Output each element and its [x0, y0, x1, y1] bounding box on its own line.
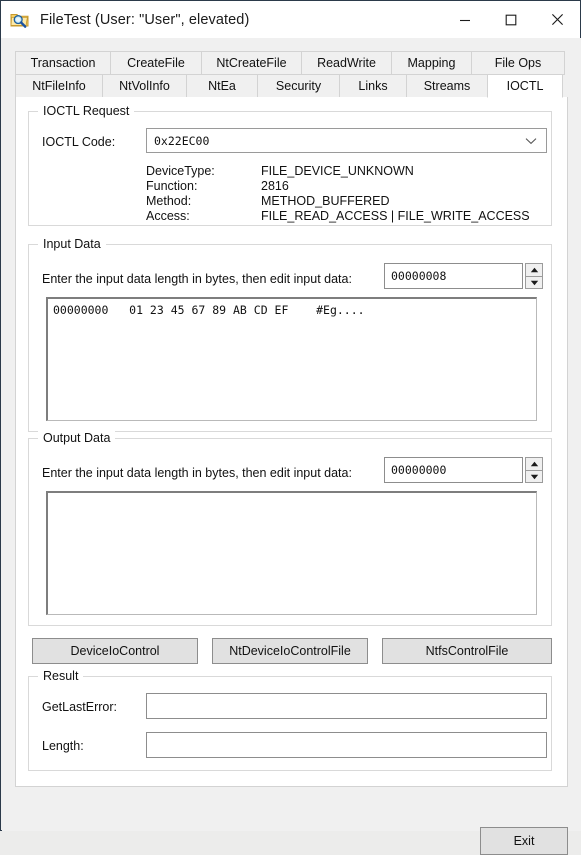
- nt-device-io-control-file-button[interactable]: NtDeviceIoControlFile: [212, 638, 368, 664]
- ioctl-request-group: IOCTL Request IOCTL Code: 0x22EC00 Devic…: [28, 104, 552, 226]
- detail-value: FILE_READ_ACCESS | FILE_WRITE_ACCESS: [261, 209, 530, 223]
- input-data-legend: Input Data: [38, 237, 106, 251]
- tab-label: Mapping: [407, 56, 456, 70]
- input-length-label: Enter the input data length in bytes, th…: [42, 272, 352, 286]
- get-last-error-field[interactable]: [146, 693, 547, 719]
- tab-transaction[interactable]: Transaction: [15, 51, 111, 75]
- detail-row: Access: FILE_READ_ACCESS | FILE_WRITE_AC…: [146, 209, 546, 224]
- exit-button-label: Exit: [513, 834, 535, 848]
- detail-row: Function: 2816: [146, 179, 546, 194]
- spin-down-button[interactable]: [525, 276, 543, 289]
- button-label: DeviceIoControl: [70, 644, 160, 658]
- tab-label: CreateFile: [127, 56, 185, 70]
- ioctl-code-combo[interactable]: 0x22EC00: [146, 128, 547, 153]
- detail-value: 2816: [261, 179, 289, 193]
- result-legend: Result: [38, 669, 84, 683]
- tab-ntfileinfo[interactable]: NtFileInfo: [15, 74, 103, 98]
- detail-key: Access:: [146, 209, 190, 223]
- minimize-button[interactable]: [442, 1, 488, 38]
- button-label: NtfsControlFile: [425, 644, 509, 658]
- tab-label: NtFileInfo: [32, 79, 86, 93]
- spin-down-button[interactable]: [525, 470, 543, 483]
- spin-up-button[interactable]: [525, 263, 543, 276]
- ioctl-detail-list: DeviceType: FILE_DEVICE_UNKNOWN Function…: [146, 164, 546, 225]
- spin-up-button[interactable]: [525, 457, 543, 470]
- ioctl-code-label: IOCTL Code:: [42, 135, 116, 149]
- tab-label: Streams: [423, 79, 471, 93]
- detail-row: Method: METHOD_BUFFERED: [146, 194, 546, 209]
- detail-key: Function:: [146, 179, 198, 193]
- length-label: Length:: [42, 739, 84, 753]
- tab-label: IOCTL: [506, 79, 544, 93]
- output-data-legend: Output Data: [38, 431, 116, 445]
- tab-label: Links: [358, 79, 388, 93]
- tab-createfile[interactable]: CreateFile: [110, 51, 202, 75]
- tab-ntcreatefile[interactable]: NtCreateFile: [201, 51, 302, 75]
- tab-ntvolinfo[interactable]: NtVolInfo: [102, 74, 187, 98]
- input-length-value: 00000008: [391, 269, 447, 283]
- tab-streams[interactable]: Streams: [406, 74, 488, 98]
- tab-ioctl[interactable]: IOCTL: [487, 74, 563, 98]
- detail-key: Method:: [146, 194, 192, 208]
- title-bar: FileTest (User: "User", elevated): [1, 1, 580, 38]
- tab-label: File Ops: [494, 56, 542, 70]
- tab-row-1: Transaction CreateFile NtCreateFile Read…: [15, 51, 565, 75]
- filetest-window: FileTest (User: "User", elevated) Transa…: [0, 0, 581, 855]
- input-length-spinner[interactable]: [525, 263, 543, 289]
- output-length-spinner[interactable]: [525, 457, 543, 483]
- input-data-hex-editor[interactable]: 00000000 01 23 45 67 89 AB CD EF #Eg....: [46, 297, 537, 421]
- tab-control: Transaction CreateFile NtCreateFile Read…: [15, 51, 568, 787]
- get-last-error-label: GetLastError:: [42, 700, 118, 714]
- folder-search-icon: [10, 10, 30, 30]
- button-label: NtDeviceIoControlFile: [229, 644, 351, 658]
- output-length-field[interactable]: 00000000: [384, 457, 523, 483]
- output-length-label: Enter the input data length in bytes, th…: [42, 466, 352, 480]
- ntfs-control-file-button[interactable]: NtfsControlFile: [382, 638, 552, 664]
- tab-mapping[interactable]: Mapping: [391, 51, 472, 75]
- tab-label: NtCreateFile: [216, 56, 287, 70]
- tab-security[interactable]: Security: [257, 74, 340, 98]
- detail-value: FILE_DEVICE_UNKNOWN: [261, 164, 414, 178]
- tab-ntea[interactable]: NtEa: [186, 74, 258, 98]
- hex-line: 00000000 01 23 45 67 89 AB CD EF #Eg....: [53, 303, 365, 317]
- client-area: Transaction CreateFile NtCreateFile Read…: [2, 38, 581, 855]
- tab-links[interactable]: Links: [339, 74, 407, 98]
- tab-label: Security: [275, 79, 322, 93]
- caption-buttons: [442, 1, 580, 38]
- window-title: FileTest (User: "User", elevated): [40, 11, 250, 28]
- output-data-group: Output Data Enter the input data length …: [28, 431, 552, 626]
- exit-button[interactable]: Exit: [480, 827, 568, 855]
- tab-row-2: NtFileInfo NtVolInfo NtEa Security Links…: [15, 74, 563, 98]
- tab-readwrite[interactable]: ReadWrite: [301, 51, 392, 75]
- input-length-field[interactable]: 00000008: [384, 263, 523, 289]
- detail-row: DeviceType: FILE_DEVICE_UNKNOWN: [146, 164, 546, 179]
- tab-label: ReadWrite: [317, 56, 376, 70]
- triangle-down-icon: [530, 280, 538, 285]
- triangle-up-icon: [530, 461, 538, 467]
- triangle-down-icon: [530, 474, 538, 479]
- tab-file-ops[interactable]: File Ops: [471, 51, 565, 75]
- tab-label: NtEa: [208, 79, 236, 93]
- tab-panel-ioctl: IOCTL Request IOCTL Code: 0x22EC00 Devic…: [15, 97, 568, 787]
- output-length-value: 00000000: [391, 463, 447, 477]
- device-io-control-button[interactable]: DeviceIoControl: [32, 638, 198, 664]
- ioctl-code-value: 0x22EC00: [154, 133, 210, 148]
- close-button[interactable]: [534, 1, 580, 38]
- output-data-hex-editor[interactable]: [46, 491, 537, 615]
- triangle-up-icon: [530, 267, 538, 273]
- detail-value: METHOD_BUFFERED: [261, 194, 390, 208]
- input-data-group: Input Data Enter the input data length i…: [28, 237, 552, 432]
- ioctl-request-legend: IOCTL Request: [38, 104, 135, 118]
- result-group: Result GetLastError: Length:: [28, 669, 552, 771]
- length-field[interactable]: [146, 732, 547, 758]
- detail-key: DeviceType:: [146, 164, 215, 178]
- chevron-down-icon: [525, 137, 537, 145]
- maximize-button[interactable]: [488, 1, 534, 38]
- tab-label: NtVolInfo: [119, 79, 170, 93]
- tab-label: Transaction: [30, 56, 96, 70]
